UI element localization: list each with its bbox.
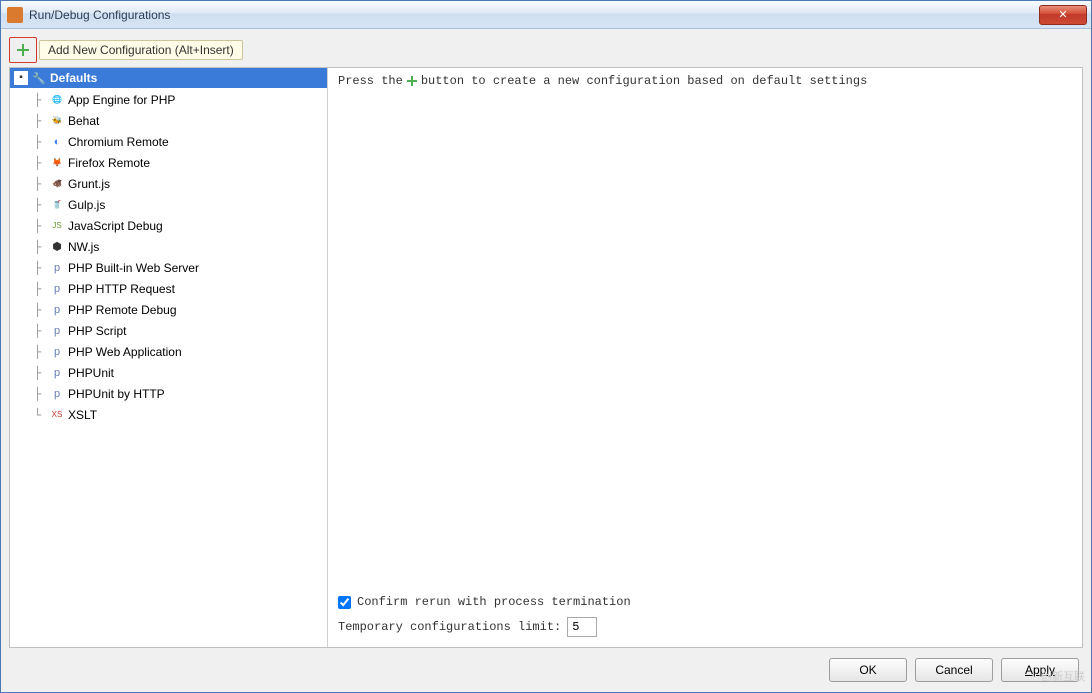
temp-limit-label: Temporary configurations limit: [338,620,561,634]
tree-item-label: PHPUnit [68,366,114,380]
tree-connector-icon: ├ [34,282,50,296]
instruction-post: button to create a new configuration bas… [421,74,867,88]
config-type-icon: 🐗 [50,177,64,191]
app-icon [7,7,23,23]
add-button-highlight [9,37,37,63]
tree-item-label: App Engine for PHP [68,93,175,107]
tree-item-label: JavaScript Debug [68,219,163,233]
instruction-pre: Press the [338,74,403,88]
config-type-icon: ◐ [50,135,64,149]
tree-item[interactable]: ├p PHP Built-in Web Server [28,257,327,278]
content-area: Add New Configuration (Alt+Insert) ▪ 🔧 D… [1,29,1091,692]
tree-item[interactable]: └XS XSLT [28,404,327,425]
tree-item-label: NW.js [68,240,99,254]
config-type-icon: p [50,345,64,359]
details-panel: Press the button to create a new configu… [328,68,1082,647]
tree-item-label: PHP Built-in Web Server [68,261,199,275]
tree-item-label: Grunt.js [68,177,110,191]
tree-connector-icon: ├ [34,240,50,254]
config-type-icon: p [50,261,64,275]
tree-item-label: PHP Script [68,324,126,338]
tree-connector-icon: ├ [34,219,50,233]
tree-connector-icon: ├ [34,198,50,212]
confirm-rerun-checkbox[interactable] [338,596,351,609]
tree-connector-icon: ├ [34,387,50,401]
collapse-icon[interactable]: ▪ [14,71,28,85]
toolbar: Add New Configuration (Alt+Insert) [9,37,1083,63]
config-type-icon: ⬢ [50,240,64,254]
tree-item[interactable]: ├p PHP Script [28,320,327,341]
tree-connector-icon: ├ [34,261,50,275]
tree-item-label: Firefox Remote [68,156,150,170]
config-type-icon: p [50,282,64,296]
add-tooltip: Add New Configuration (Alt+Insert) [39,40,243,60]
tree-connector-icon: ├ [34,303,50,317]
tree-item-label: PHPUnit by HTTP [68,387,165,401]
close-icon: ✕ [1058,8,1067,21]
ok-button[interactable]: OK [829,658,907,682]
tree-root-label: Defaults [50,71,97,85]
tree-item[interactable]: ├p PHP Web Application [28,341,327,362]
config-type-icon: p [50,324,64,338]
instruction-text: Press the button to create a new configu… [338,72,1072,88]
main-body: ▪ 🔧 Defaults ├🌐App Engine for PHP├🐝Behat… [9,67,1083,648]
tree-item-label: XSLT [68,408,97,422]
configuration-tree[interactable]: ▪ 🔧 Defaults ├🌐App Engine for PHP├🐝Behat… [10,68,328,647]
tree-connector-icon: ├ [34,324,50,338]
tree-item[interactable]: ├🐗 Grunt.js [28,173,327,194]
tree-connector-icon: ├ [34,177,50,191]
tree-children: ├🌐App Engine for PHP├🐝Behat├◐Chromium Re… [10,88,327,425]
plus-icon [407,76,417,86]
dialog-window: Run/Debug Configurations ✕ Add New Confi… [0,0,1092,693]
tree-connector-icon: ├ [34,366,50,380]
tree-item-label: Gulp.js [68,198,105,212]
tree-item[interactable]: ├p PHPUnit [28,362,327,383]
tree-item-label: Chromium Remote [68,135,169,149]
tree-item[interactable]: ├🐝 Behat [28,110,327,131]
window-title: Run/Debug Configurations [29,8,1039,22]
config-type-icon: 🦊 [50,156,64,170]
tree-item[interactable]: ├p PHP Remote Debug [28,299,327,320]
tree-item[interactable]: ├🦊 Firefox Remote [28,152,327,173]
config-type-icon: XS [50,408,64,422]
tree-connector-icon: ├ [34,114,50,128]
tree-connector-icon: ├ [34,345,50,359]
tree-root-defaults[interactable]: ▪ 🔧 Defaults [10,68,327,88]
tree-item-label: PHP HTTP Request [68,282,175,296]
plus-icon [17,44,29,56]
config-type-icon: 🐝 [50,114,64,128]
tree-item[interactable]: ├JS JavaScript Debug [28,215,327,236]
tree-item[interactable]: ├p PHP HTTP Request [28,278,327,299]
tree-item[interactable]: ├◐ Chromium Remote [28,131,327,152]
wrench-icon: 🔧 [32,71,46,85]
temp-limit-input[interactable] [567,617,597,637]
titlebar: Run/Debug Configurations ✕ [1,1,1091,29]
tree-item[interactable]: ├p PHPUnit by HTTP [28,383,327,404]
tree-item-label: PHP Remote Debug [68,303,177,317]
apply-button[interactable]: Apply [1001,658,1079,682]
tree-connector-icon: ├ [34,135,50,149]
config-type-icon: 🥤 [50,198,64,212]
config-type-icon: JS [50,219,64,233]
confirm-rerun-label: Confirm rerun with process termination [357,595,631,609]
bottom-controls: Confirm rerun with process termination T… [338,595,1072,637]
tree-connector-icon: ├ [34,93,50,107]
button-bar: OK Cancel Apply [9,648,1083,686]
config-type-icon: p [50,303,64,317]
tree-connector-icon: └ [34,408,50,422]
tree-item-label: Behat [68,114,99,128]
tree-item[interactable]: ├🥤 Gulp.js [28,194,327,215]
close-button[interactable]: ✕ [1039,5,1087,25]
cancel-button[interactable]: Cancel [915,658,993,682]
tree-item[interactable]: ├🌐 App Engine for PHP [28,89,327,110]
config-type-icon: p [50,387,64,401]
tree-connector-icon: ├ [34,156,50,170]
add-configuration-button[interactable] [12,40,34,60]
config-type-icon: 🌐 [50,93,64,107]
config-type-icon: p [50,366,64,380]
tree-item-label: PHP Web Application [68,345,182,359]
tree-item[interactable]: ├⬢ NW.js [28,236,327,257]
